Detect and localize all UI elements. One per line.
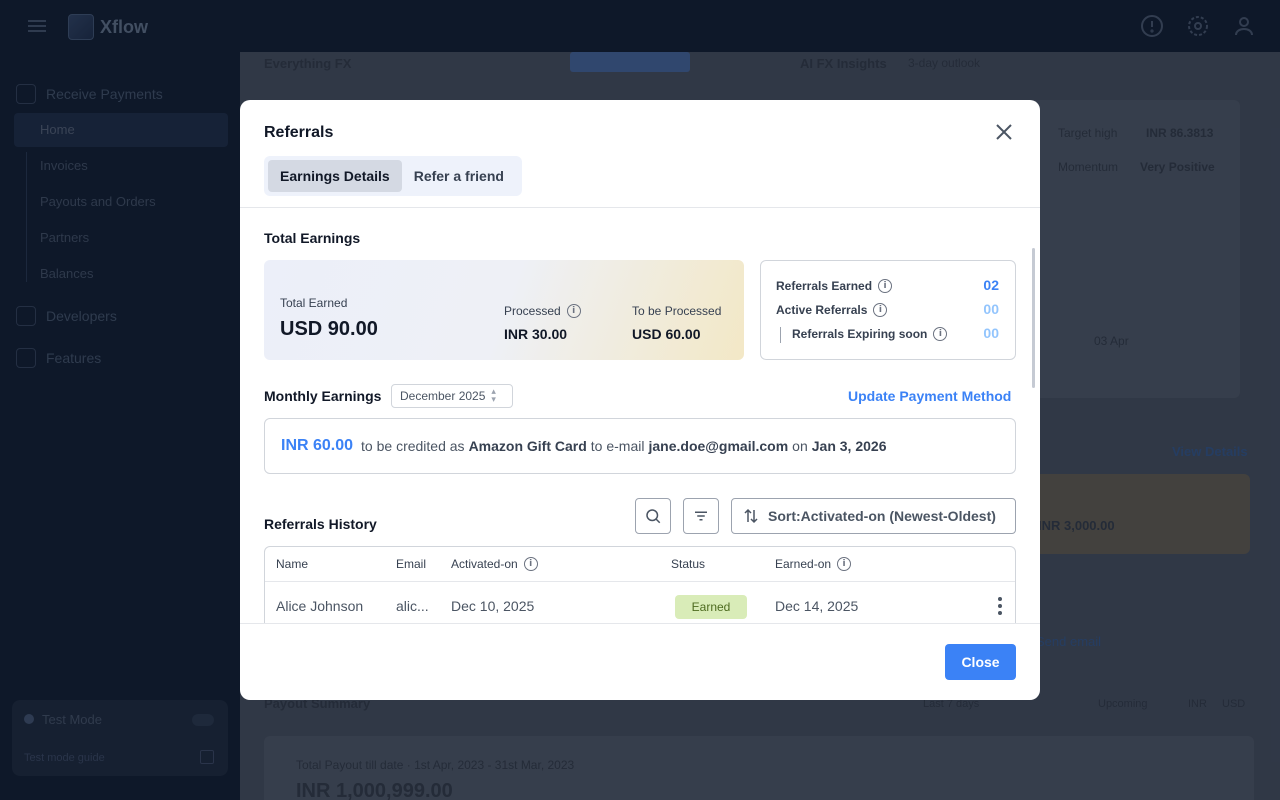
search-button[interactable] bbox=[635, 498, 671, 534]
total-earnings-card: Total Earned USD 90.00 Processed i INR 30… bbox=[264, 260, 744, 360]
column-header-earned-on: Earned-on i bbox=[775, 547, 852, 581]
sort-arrows-icon bbox=[744, 508, 758, 524]
total-earnings-title: Total Earnings bbox=[264, 230, 361, 246]
tree-connector bbox=[780, 327, 781, 343]
status-badge: Earned bbox=[675, 595, 747, 619]
modal-title: Referrals bbox=[264, 124, 334, 141]
footer-divider bbox=[240, 623, 1040, 624]
processed-label: Processed i bbox=[504, 304, 581, 318]
active-referrals-value: 00 bbox=[983, 301, 999, 317]
credit-text-3: on bbox=[792, 438, 808, 454]
expiring-label: Referrals Expiring soon i bbox=[792, 327, 948, 341]
modal-tabs: Earnings Details Refer a friend bbox=[264, 156, 522, 196]
column-header-name: Name bbox=[276, 557, 309, 571]
column-header-email: Email bbox=[396, 557, 427, 571]
expiring-value: 00 bbox=[983, 325, 999, 341]
total-earned-label: Total Earned bbox=[280, 296, 348, 310]
info-icon[interactable]: i bbox=[873, 303, 888, 317]
tab-earnings-details[interactable]: Earnings Details bbox=[268, 160, 402, 192]
sort-button[interactable]: Sort:Activated-on (Newest-Oldest) bbox=[731, 498, 1016, 534]
search-icon bbox=[646, 509, 661, 524]
to-be-processed-value: USD 60.00 bbox=[632, 326, 701, 342]
referrals-history-title: Referrals History bbox=[264, 516, 377, 532]
info-icon[interactable]: i bbox=[523, 557, 538, 571]
sort-label: Sort:Activated-on (Newest-Oldest) bbox=[768, 508, 996, 524]
cell-email: alic... bbox=[396, 598, 429, 614]
credit-info-box: INR 60.00 to be credited as Amazon Gift … bbox=[264, 418, 1016, 474]
cell-activated-on: Dec 10, 2025 bbox=[451, 598, 535, 614]
info-icon[interactable]: i bbox=[566, 304, 581, 318]
column-header-status: Status bbox=[671, 557, 706, 571]
credit-date: Jan 3, 2026 bbox=[811, 438, 887, 454]
update-payment-method-link[interactable]: Update Payment Method bbox=[848, 388, 1011, 404]
credit-amount: INR 60.00 bbox=[281, 437, 354, 454]
credit-email: jane.doe@gmail.com bbox=[648, 438, 789, 454]
referrals-modal: Referrals Earnings Details Refer a frien… bbox=[240, 100, 1040, 700]
cell-name: Alice Johnson bbox=[276, 598, 364, 614]
referrals-earned-value: 02 bbox=[983, 277, 999, 293]
chevron-updown-icon: ▴ ▾ bbox=[491, 387, 496, 405]
total-earned-value: USD 90.00 bbox=[280, 318, 378, 340]
credit-text-2: to e-mail bbox=[590, 438, 645, 454]
column-header-activated-on: Activated-on i bbox=[451, 547, 538, 581]
cell-earned-on: Dec 14, 2025 bbox=[775, 598, 859, 614]
modal-scrollbar[interactable] bbox=[1032, 248, 1035, 388]
credit-text-1: to be credited as bbox=[361, 438, 465, 454]
info-icon[interactable]: i bbox=[837, 557, 852, 571]
filter-icon bbox=[695, 511, 707, 521]
info-icon[interactable]: i bbox=[878, 279, 893, 293]
more-options-icon[interactable] bbox=[998, 597, 1004, 617]
to-be-processed-label: To be Processed bbox=[632, 304, 722, 318]
tab-refer-a-friend[interactable]: Refer a friend bbox=[402, 160, 516, 192]
modal-body[interactable]: Total Earnings Total Earned USD 90.00 Pr… bbox=[240, 208, 1040, 623]
referrals-history-table: Name Email Activated-on i Status Earned-o… bbox=[264, 546, 1016, 623]
processed-value: INR 30.00 bbox=[504, 326, 568, 342]
close-button[interactable]: Close bbox=[945, 644, 1016, 680]
info-icon[interactable]: i bbox=[933, 327, 948, 341]
referrals-summary-card: Referrals Earned i 02 Active Referrals i 0… bbox=[760, 260, 1016, 360]
filter-button[interactable] bbox=[683, 498, 719, 534]
active-referrals-label: Active Referrals i bbox=[776, 303, 888, 317]
header-row-divider bbox=[265, 581, 1015, 582]
close-icon[interactable] bbox=[992, 120, 1016, 144]
credit-method: Amazon Gift Card bbox=[468, 438, 587, 454]
referrals-earned-label: Referrals Earned i bbox=[776, 279, 893, 293]
month-select-value: December 2025 bbox=[400, 389, 486, 403]
monthly-earnings-title: Monthly Earnings bbox=[264, 388, 382, 404]
month-select[interactable]: December 2025 ▴ ▾ bbox=[391, 384, 513, 408]
